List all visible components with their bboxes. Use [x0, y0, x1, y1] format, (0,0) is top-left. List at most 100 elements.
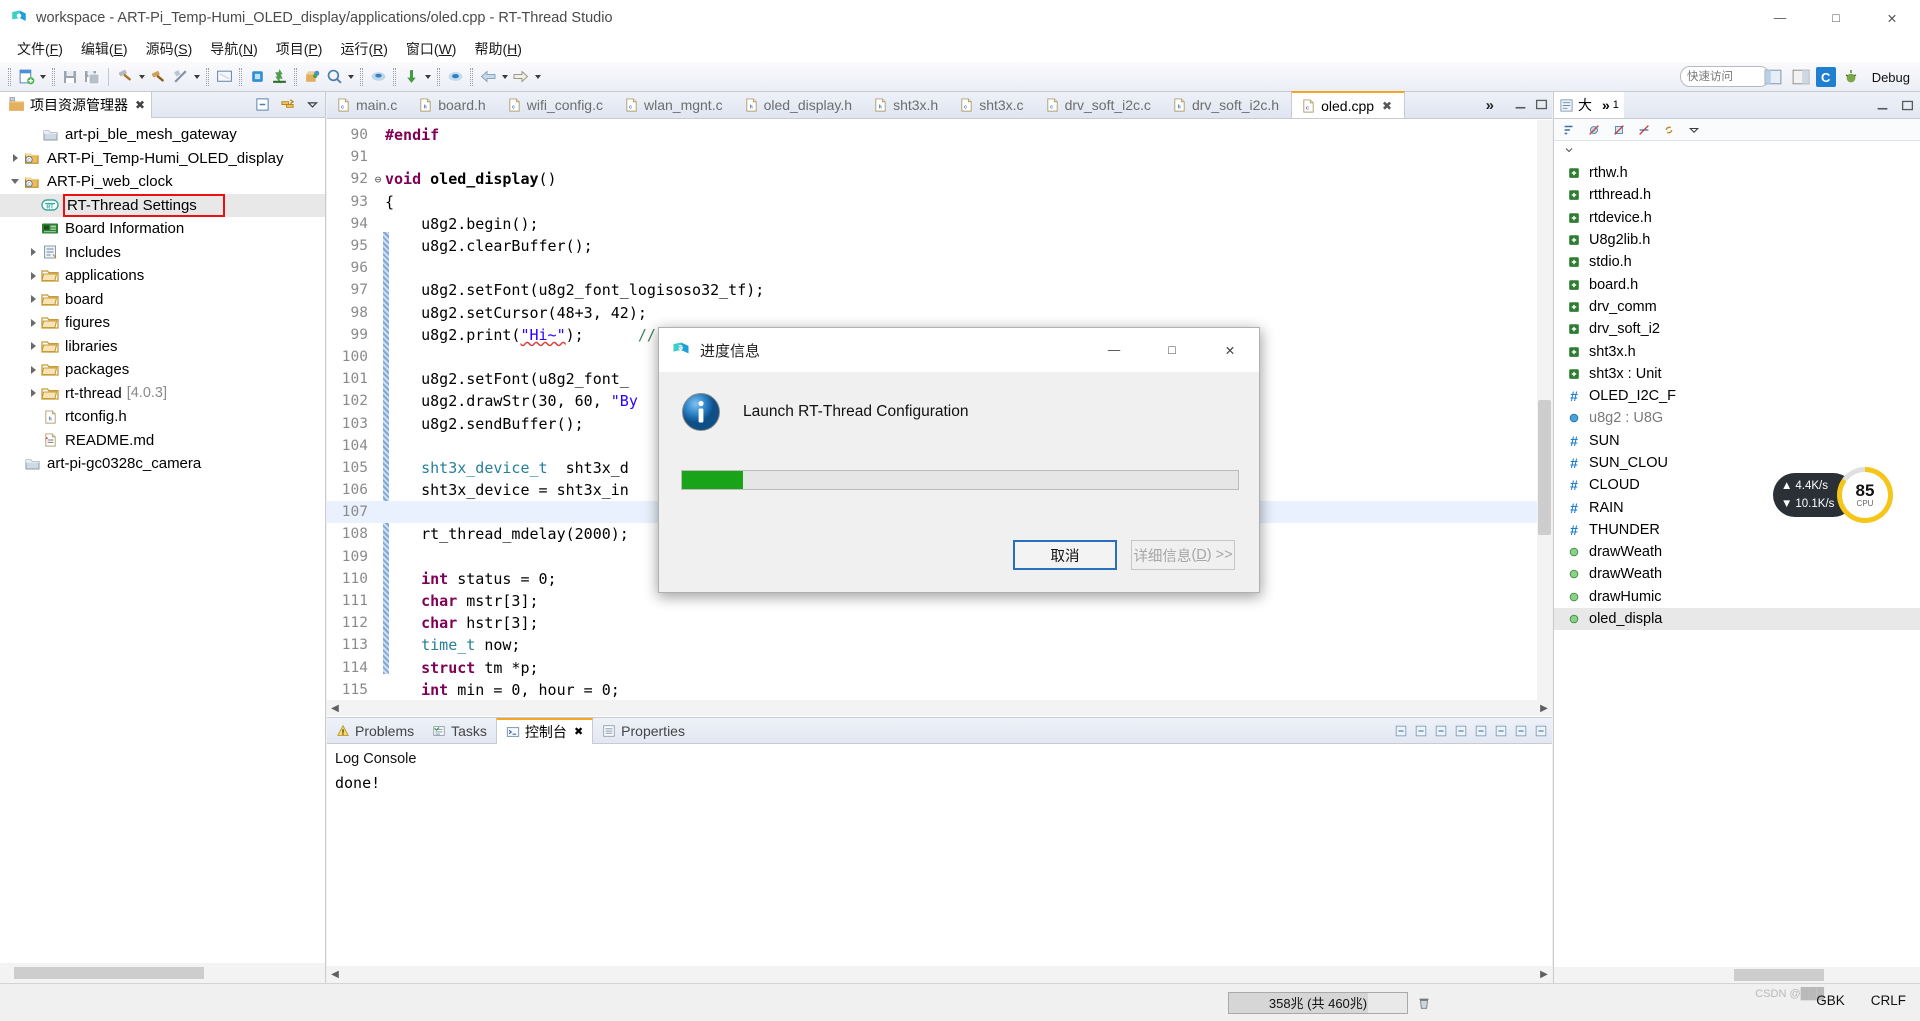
- build-dropdown-icon[interactable]: [136, 66, 147, 88]
- outline-node[interactable]: U8g2lib.h: [1554, 229, 1920, 251]
- scroll-right-icon[interactable]: ▶: [1536, 969, 1552, 980]
- download-dropdown-icon[interactable]: [422, 66, 433, 88]
- forward-dropdown-icon[interactable]: [532, 66, 543, 88]
- package-manager-icon[interactable]: [301, 66, 323, 88]
- tree-node[interactable]: Board Information: [0, 217, 325, 241]
- project-tree-hscrollbar[interactable]: [0, 963, 325, 983]
- clear-icon[interactable]: [1394, 724, 1408, 738]
- editor-tab[interactable]: h oled_display.h: [735, 92, 864, 118]
- toolbar-grip[interactable]: [393, 67, 396, 86]
- code-line[interactable]: 113 time_t now;: [327, 634, 1537, 656]
- terminal-icon[interactable]: [213, 66, 235, 88]
- outline-node[interactable]: drawWeath: [1554, 563, 1920, 585]
- outline-more-tabs[interactable]: » 1: [1597, 92, 1624, 118]
- download-chip-icon[interactable]: [246, 66, 268, 88]
- tree-node[interactable]: art-pi-gc0328c_camera: [0, 452, 325, 476]
- outline-list[interactable]: rthw.h rtthread.h rtdevice.h U8g2lib.h stdio…: [1554, 162, 1920, 959]
- serial-icon[interactable]: [444, 66, 466, 88]
- editor-tab[interactable]: h drv_soft_i2c.h: [1163, 92, 1291, 118]
- code-line[interactable]: 93 {: [327, 191, 1537, 213]
- tree-node[interactable]: Includes: [0, 241, 325, 265]
- outline-hscrollbar[interactable]: [1554, 967, 1920, 983]
- outline-node[interactable]: rtdevice.h: [1554, 207, 1920, 229]
- outline-node[interactable]: rthw.h: [1554, 162, 1920, 184]
- code-line[interactable]: 114 struct tm *p;: [327, 657, 1537, 679]
- perspective-debug-label[interactable]: Debug: [1866, 70, 1916, 85]
- project-tree[interactable]: art-pi_ble_mesh_gateway C ART-Pi_Temp-Humi…: [0, 119, 325, 963]
- outline-node[interactable]: rtthread.h: [1554, 184, 1920, 206]
- tree-node[interactable]: libraries: [0, 335, 325, 359]
- close-button[interactable]: ✕: [1864, 0, 1920, 36]
- hide-nonpublic-icon[interactable]: [1635, 121, 1653, 139]
- pin-icon[interactable]: [1434, 724, 1448, 738]
- tab-outline[interactable]: 大: [1554, 92, 1597, 118]
- editor-hscroll-thumb[interactable]: [345, 702, 1534, 714]
- minimize-button[interactable]: —: [1752, 0, 1808, 36]
- line-ending-label[interactable]: CRLF: [1871, 993, 1906, 1008]
- expand-twisty-icon[interactable]: [8, 147, 22, 170]
- editor-tab[interactable]: c sht3x.c: [950, 92, 1035, 118]
- outline-node[interactable]: drawHumic: [1554, 586, 1920, 608]
- editor-tab[interactable]: c wlan_mgnt.c: [615, 92, 735, 118]
- sdk-manager-icon[interactable]: [367, 66, 389, 88]
- editor-tab[interactable]: h sht3x.h: [864, 92, 950, 118]
- outline-node[interactable]: oled_displa: [1554, 607, 1920, 631]
- tree-node[interactable]: RT RT-Thread Settings: [0, 193, 325, 217]
- customize-perspective-icon[interactable]: [1788, 65, 1814, 89]
- open-perspective-icon[interactable]: [1760, 65, 1786, 89]
- code-line[interactable]: 96: [327, 257, 1537, 279]
- toolbar-grip[interactable]: [294, 67, 297, 86]
- chevron-down-icon[interactable]: [1560, 141, 1578, 159]
- clean-icon[interactable]: [169, 66, 191, 88]
- back-dropdown-icon[interactable]: [499, 66, 510, 88]
- code-line[interactable]: 97 u8g2.setFont(u8g2_font_logisoso32_tf)…: [327, 279, 1537, 301]
- tree-node[interactable]: C ART-Pi_web_clock: [0, 170, 325, 194]
- editor-hscrollbar[interactable]: ◀ ▶: [327, 700, 1552, 716]
- project-tree-hscroll-thumb[interactable]: [14, 967, 204, 979]
- clean-dropdown-icon[interactable]: [191, 66, 202, 88]
- tree-node[interactable]: figures: [0, 311, 325, 335]
- toolbar-grip[interactable]: [470, 67, 473, 86]
- menu-navigate[interactable]: 导航(N): [201, 36, 266, 62]
- encoding-label[interactable]: GBK: [1816, 993, 1845, 1008]
- close-icon[interactable]: ✖: [574, 725, 583, 738]
- editor-tab[interactable]: h board.h: [409, 92, 497, 118]
- outline-node[interactable]: board.h: [1554, 273, 1920, 295]
- outline-node[interactable]: # SUN: [1554, 430, 1920, 452]
- menu-file[interactable]: 文件(F): [8, 36, 72, 62]
- trash-icon[interactable]: [1415, 992, 1433, 1014]
- menu-window[interactable]: 窗口(W): [397, 36, 466, 62]
- editor-vscrollbar[interactable]: [1537, 120, 1552, 700]
- expand-twisty-icon[interactable]: [26, 241, 40, 264]
- close-icon[interactable]: ✖: [135, 98, 145, 112]
- search-dropdown-icon[interactable]: [345, 66, 356, 88]
- editor-tab[interactable]: Coled.cpp ✖: [1291, 91, 1406, 118]
- minimize-icon[interactable]: [1873, 96, 1891, 114]
- code-line[interactable]: 92 ⊖ void oled_display(): [327, 168, 1537, 190]
- console-body[interactable]: Log Console done!: [327, 745, 1552, 963]
- forward-icon[interactable]: [510, 66, 532, 88]
- perspective-c-button[interactable]: C: [1815, 67, 1836, 87]
- code-line[interactable]: 90 #endif: [327, 124, 1537, 146]
- code-line[interactable]: 98 u8g2.setCursor(48+3, 42);: [327, 302, 1537, 324]
- outline-node[interactable]: drv_comm: [1554, 296, 1920, 318]
- quick-access-input[interactable]: 快速访问: [1680, 66, 1770, 87]
- code-line[interactable]: 95 u8g2.clearBuffer();: [327, 235, 1537, 257]
- fold-toggle-icon[interactable]: ⊖: [371, 173, 385, 186]
- new-project-dropdown-icon[interactable]: [37, 66, 48, 88]
- dialog-maximize-button[interactable]: □: [1143, 328, 1201, 372]
- scroll-left-icon[interactable]: ◀: [327, 703, 343, 714]
- menu-run[interactable]: 运行(R): [331, 36, 396, 62]
- console-tab[interactable]: Properties: [593, 718, 694, 744]
- expand-twisty-icon[interactable]: [26, 382, 40, 405]
- maximize-icon[interactable]: [1534, 724, 1548, 738]
- save-all-icon[interactable]: [81, 66, 103, 88]
- outline-node[interactable]: drv_soft_i2: [1554, 318, 1920, 340]
- toolbar-grip[interactable]: [206, 67, 209, 86]
- memory-monitor[interactable]: 358兆 (共 460兆): [1228, 992, 1408, 1014]
- build-hammer-icon[interactable]: [114, 66, 136, 88]
- display-console-icon[interactable]: [1474, 724, 1488, 738]
- collapse-all-icon[interactable]: [253, 96, 271, 114]
- tree-node[interactable]: h rtconfig.h: [0, 405, 325, 429]
- console-tab[interactable]: Tasks: [423, 718, 496, 744]
